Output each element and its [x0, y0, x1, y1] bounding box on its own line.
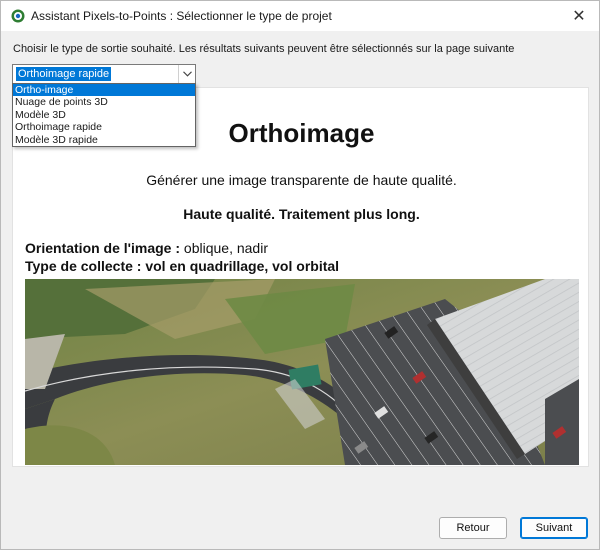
dropdown-toggle[interactable] — [178, 65, 195, 83]
back-button[interactable]: Retour — [439, 517, 507, 539]
output-type-selected-value: Orthoimage rapide — [16, 67, 112, 81]
collect-type-value: vol en quadrillage, vol orbital — [145, 258, 340, 274]
option-point-cloud-3d[interactable]: Nuage de points 3D — [13, 96, 195, 108]
output-subtitle: Générer une image transparente de haute … — [146, 172, 457, 188]
option-model-3d[interactable]: Modèle 3D — [13, 109, 195, 121]
quality-note: Haute qualité. Traitement plus long. — [183, 206, 420, 222]
collect-type-info: Type de collecte : vol en quadrillage, v… — [25, 258, 339, 274]
collect-type-label: Type de collecte : — [25, 258, 142, 274]
output-type-select[interactable]: Orthoimage rapide — [12, 64, 196, 84]
orientation-label: Orientation de l'image : — [25, 240, 181, 256]
window-title: Assistant Pixels-to-Points : Sélectionne… — [31, 9, 332, 23]
option-quick-orthoimage[interactable]: Orthoimage rapide — [13, 121, 195, 133]
title-bar[interactable]: Assistant Pixels-to-Points : Sélectionne… — [1, 1, 599, 31]
next-button[interactable]: Suivant — [520, 517, 588, 539]
chevron-down-icon — [182, 71, 192, 77]
orientation-info: Orientation de l'image : oblique, nadir — [25, 240, 268, 256]
aerial-photo — [25, 279, 579, 465]
wizard-window: Assistant Pixels-to-Points : Sélectionne… — [0, 0, 600, 550]
output-type-options[interactable]: Ortho-image Nuage de points 3D Modèle 3D… — [12, 83, 196, 147]
content-area: Choisir le type de sortie souhaité. Les … — [1, 31, 599, 549]
app-logo-icon — [11, 9, 25, 23]
close-button[interactable]: ✕ — [559, 1, 599, 31]
orientation-value: oblique, nadir — [183, 240, 268, 256]
option-quick-model-3d[interactable]: Modèle 3D rapide — [13, 134, 195, 146]
instruction-text: Choisir le type de sortie souhaité. Les … — [13, 43, 515, 55]
aerial-preview-image — [25, 279, 579, 465]
option-ortho-image[interactable]: Ortho-image — [13, 84, 195, 97]
close-icon: ✕ — [572, 8, 586, 25]
